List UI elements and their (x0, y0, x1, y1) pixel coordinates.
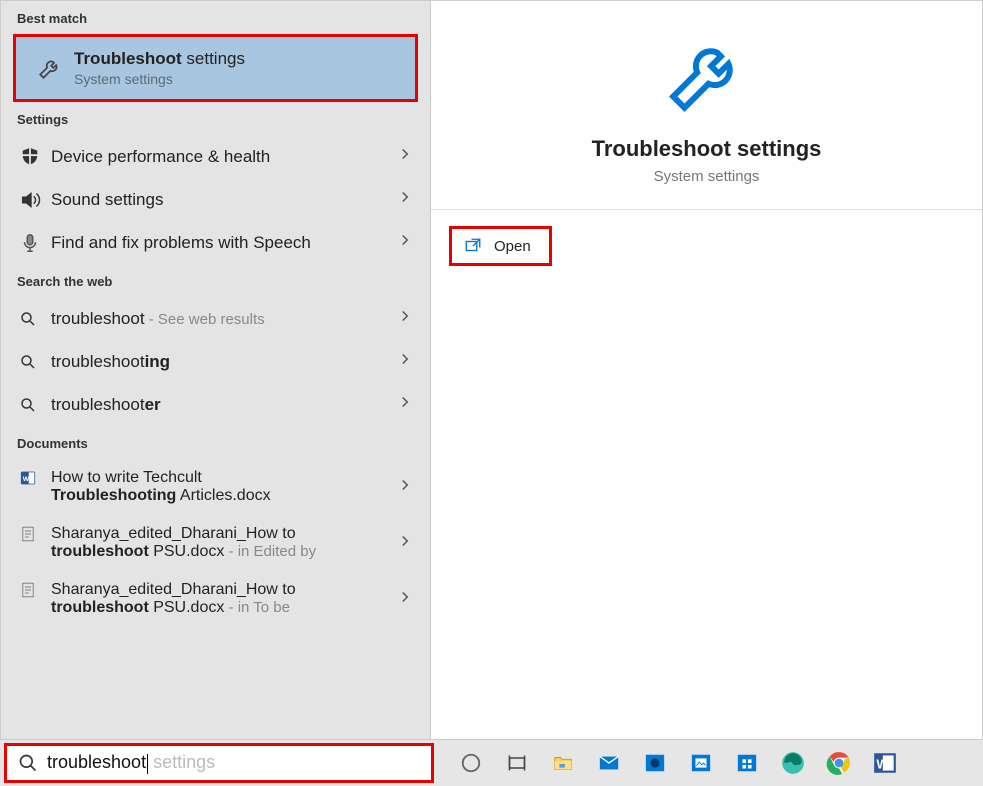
document-result-3[interactable]: Sharanya_edited_Dharani_How to troublesh… (1, 571, 430, 627)
best-match-title-rest: settings (182, 49, 245, 68)
section-documents: Documents (1, 426, 430, 459)
section-search-web: Search the web (1, 264, 430, 297)
photos-icon[interactable] (686, 748, 716, 778)
search-icon (17, 753, 39, 773)
web-result-1[interactable]: troubleshoot - See web results (1, 297, 430, 340)
search-icon (19, 396, 51, 414)
preview-title: Troubleshoot settings (451, 136, 962, 162)
chevron-right-icon (396, 476, 414, 499)
open-icon (462, 237, 484, 255)
preview-subtitle: System settings (451, 168, 962, 185)
svg-text:W: W (876, 756, 889, 771)
speaker-icon (19, 189, 51, 211)
task-view-icon[interactable] (502, 748, 532, 778)
text-doc-icon (19, 581, 51, 599)
document-result-2[interactable]: Sharanya_edited_Dharani_How to troublesh… (1, 515, 430, 571)
open-button[interactable]: Open (449, 226, 552, 266)
edge-icon[interactable] (778, 748, 808, 778)
cortana-icon[interactable] (456, 748, 486, 778)
search-autocomplete-text: settings (148, 752, 215, 772)
section-settings: Settings (1, 102, 430, 135)
chevron-right-icon (396, 188, 414, 211)
file-explorer-icon[interactable] (548, 748, 578, 778)
chevron-right-icon (396, 532, 414, 555)
section-best-match: Best match (1, 1, 430, 34)
wrench-large-icon (451, 29, 962, 124)
word-icon[interactable]: W (870, 748, 900, 778)
best-match-text: Troubleshoot settings System settings (74, 49, 399, 87)
chevron-right-icon (396, 145, 414, 168)
search-icon (19, 353, 51, 371)
preview-pane: Troubleshoot settings System settings Op… (431, 1, 982, 739)
microphone-icon (19, 232, 51, 254)
svg-text:W: W (23, 476, 30, 483)
search-icon (19, 310, 51, 328)
document-result-1[interactable]: W How to write Techcult Troubleshooting … (1, 459, 430, 515)
chevron-right-icon (396, 350, 414, 373)
app-launcher-icon[interactable] (732, 748, 762, 778)
best-match-result[interactable]: Troubleshoot settings System settings (13, 34, 418, 102)
chrome-icon[interactable] (824, 748, 854, 778)
word-doc-icon: W (19, 469, 51, 487)
web-result-3[interactable]: troubleshooter (1, 383, 430, 426)
web-result-2[interactable]: troubleshooting (1, 340, 430, 383)
best-match-title-bold: Troubleshoot (74, 49, 182, 68)
chevron-right-icon (396, 307, 414, 330)
taskbar: troubleshoot settings W (0, 740, 983, 786)
shield-icon (19, 146, 51, 168)
wrench-icon (32, 50, 68, 86)
open-label: Open (494, 238, 531, 255)
taskbar-search-input[interactable]: troubleshoot settings (4, 743, 434, 783)
mail-icon[interactable] (594, 748, 624, 778)
text-doc-icon (19, 525, 51, 543)
settings-item-sound[interactable]: Sound settings (1, 178, 430, 221)
best-match-subtitle: System settings (74, 71, 399, 87)
chevron-right-icon (396, 393, 414, 416)
chevron-right-icon (396, 588, 414, 611)
chevron-right-icon (396, 231, 414, 254)
app-tile-icon[interactable] (640, 748, 670, 778)
settings-item-speech[interactable]: Find and fix problems with Speech (1, 221, 430, 264)
search-results-pane: Best match Troubleshoot settings System … (1, 1, 431, 739)
search-typed-text: troubleshoot (47, 752, 146, 772)
settings-item-device-health[interactable]: Device performance & health (1, 135, 430, 178)
